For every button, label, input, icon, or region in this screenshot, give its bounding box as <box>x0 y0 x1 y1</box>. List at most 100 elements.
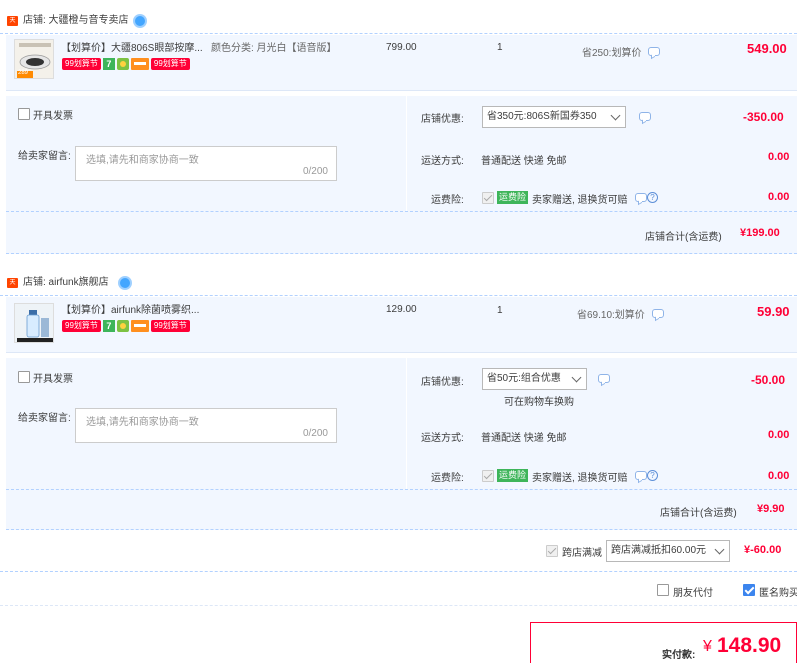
shop-discount-value: 省350元:806S新国券350 <box>487 111 597 122</box>
product-thumbnail[interactable] <box>14 303 54 343</box>
credit-card-icon <box>130 58 149 70</box>
shipping-amount: 0.00 <box>768 151 790 163</box>
discount-label: 店铺优惠: <box>421 114 464 125</box>
badge-99-sale: 99划算节 <box>62 320 101 332</box>
invoice-checkbox[interactable] <box>18 371 30 383</box>
shop-options: 开具发票 给卖家留言: 选填,请先和商家协商一致 0/200 店铺优惠: 省35… <box>6 96 797 212</box>
invoice-checkbox[interactable] <box>18 108 30 120</box>
seller-message-input[interactable]: 选填,请先和商家协商一致 0/200 <box>75 146 337 181</box>
tmall-shop-icon: 天 <box>7 16 18 26</box>
badge-99-sale-2: 99划算节 <box>150 58 190 70</box>
cross-store-select[interactable]: 跨店满减抵扣60.00元 <box>606 540 730 562</box>
unit-price: 129.00 <box>386 304 417 315</box>
promo-badges: 99划算节 7 99划算节 <box>62 320 190 332</box>
shop-options: 开具发票 给卖家留言: 选填,请先和商家协商一致 0/200 店铺优惠: 省50… <box>6 358 797 490</box>
shop-total-row: 店铺合计(含运费) ¥9.90 <box>6 490 797 530</box>
discount-amount: -350.00 <box>743 110 784 124</box>
help-icon[interactable]: ? <box>647 470 658 481</box>
order-item-row: 289 【划算价】大疆806S眼部按摩... 颜色分类: 月光白【语音版】 99… <box>6 35 797 91</box>
shipping-method: 普通配送 快递 免邮 <box>481 433 567 444</box>
shop-name-link[interactable]: 店铺: airfunk旗舰店 <box>23 276 109 290</box>
help-icon[interactable]: ? <box>647 192 658 203</box>
actual-payment-box: 实付款: ¥ 148.90 <box>530 622 797 663</box>
shop-discount-select[interactable]: 省350元:806S新国券350 <box>482 106 626 128</box>
insurance-badge: 运费险 <box>497 469 529 482</box>
seller-message-input[interactable]: 选填,请先和商家协商一致 0/200 <box>75 408 337 443</box>
shop-total-label: 店铺合计(含运费) <box>645 232 722 243</box>
product-sku: 颜色分类: 月光白【语音版】 <box>211 43 337 54</box>
message-placeholder: 选填,请先和商家协商一致 <box>86 417 199 428</box>
coin-icon <box>116 320 129 332</box>
cross-store-checkbox <box>546 545 558 557</box>
shipping-label: 运送方式: <box>421 156 464 167</box>
thumb-price-caption: 289 <box>18 70 29 76</box>
shipping-amount: 0.00 <box>768 429 790 441</box>
shipping-method: 普通配送 快递 免邮 <box>481 156 567 167</box>
comment-icon[interactable] <box>639 112 651 121</box>
chevron-down-icon <box>714 544 725 555</box>
column-divider <box>406 96 407 211</box>
shop-total-value: ¥9.90 <box>757 503 785 515</box>
column-divider <box>406 358 407 489</box>
insurance-checkbox <box>482 470 494 482</box>
anonymous-label: 匿名购买 <box>759 588 797 599</box>
friend-pay-label: 朋友代付 <box>673 588 713 599</box>
insurance-label: 运费险: <box>431 195 464 206</box>
unit-price: 799.00 <box>386 42 417 53</box>
invoice-label: 开具发票 <box>33 111 73 122</box>
product-thumbnail[interactable]: 289 <box>14 39 54 79</box>
invoice-label: 开具发票 <box>33 374 73 385</box>
cross-store-amount: ¥-60.00 <box>744 544 782 556</box>
badge-7day-return: 7 <box>102 58 115 70</box>
shop-discount-value: 省50元:组合优惠 <box>487 373 561 384</box>
shop-discount-select[interactable]: 省50元:组合优惠 <box>482 368 587 390</box>
chevron-down-icon <box>610 110 621 121</box>
payment-amount: 148.90 <box>717 634 782 657</box>
anonymous-checkbox[interactable] <box>743 584 755 596</box>
order-item-row: 【划算价】airfunk除菌喷雾织... 99划算节 7 99划算节 129.0… <box>6 297 797 353</box>
discount-label: 店铺优惠: <box>421 377 464 388</box>
item-subtotal: 549.00 <box>747 41 787 56</box>
shop-header-1: 天 店铺: 大疆橙与音专卖店 <box>0 12 797 34</box>
payment-label: 实付款: <box>662 650 696 661</box>
quantity: 1 <box>497 42 503 53</box>
cross-store-row: 跨店满减 跨店满减抵扣60.00元 ¥-60.00 <box>0 536 797 572</box>
verified-shop-icon <box>133 14 147 28</box>
comment-icon[interactable] <box>635 471 647 480</box>
insurance-text: 卖家赠送, 退换货可赔 <box>532 473 628 484</box>
product-title-link[interactable]: 【划算价】airfunk除菌喷雾织... <box>61 304 199 318</box>
promo-badges: 99划算节 7 99划算节 <box>62 58 190 70</box>
insurance-amount: 0.00 <box>768 191 790 203</box>
verified-shop-icon <box>118 276 132 290</box>
insurance-amount: 0.00 <box>768 470 790 482</box>
insurance-checkbox <box>482 192 494 204</box>
shop-name-link[interactable]: 店铺: 大疆橙与音专卖店 <box>23 14 129 28</box>
shop-total-label: 店铺合计(含运费) <box>660 508 737 519</box>
comment-icon[interactable] <box>652 309 664 318</box>
message-label: 给卖家留言: <box>18 151 71 162</box>
insurance-badge: 运费险 <box>497 191 529 204</box>
pay-options-row: 朋友代付 匿名购买 <box>0 576 797 606</box>
product-title-link[interactable]: 【划算价】大疆806S眼部按摩... <box>61 42 203 56</box>
comment-icon[interactable] <box>598 374 610 383</box>
currency-symbol: ¥ <box>703 638 712 655</box>
save-note: 省250:划算价 <box>582 48 642 59</box>
friend-pay-checkbox[interactable] <box>657 584 669 596</box>
insurance-label: 运费险: <box>431 473 464 484</box>
insurance-text: 卖家赠送, 退换货可赔 <box>532 195 628 206</box>
comment-icon[interactable] <box>635 193 647 202</box>
comment-icon[interactable] <box>648 47 660 56</box>
cross-store-value: 跨店满减抵扣60.00元 <box>611 545 707 556</box>
badge-7day-return: 7 <box>102 320 115 332</box>
coin-icon <box>116 58 129 70</box>
credit-card-icon <box>130 320 149 332</box>
discount-hint: 可在购物车换购 <box>504 397 574 408</box>
cross-store-label: 跨店满减 <box>562 548 602 559</box>
shop-header-2: 天 店铺: airfunk旗舰店 <box>0 274 797 296</box>
badge-99-sale: 99划算节 <box>62 58 101 70</box>
message-char-count: 0/200 <box>302 428 328 439</box>
message-char-count: 0/200 <box>302 166 328 177</box>
shipping-label: 运送方式: <box>421 433 464 444</box>
message-placeholder: 选填,请先和商家协商一致 <box>86 155 199 166</box>
quantity: 1 <box>497 305 503 316</box>
